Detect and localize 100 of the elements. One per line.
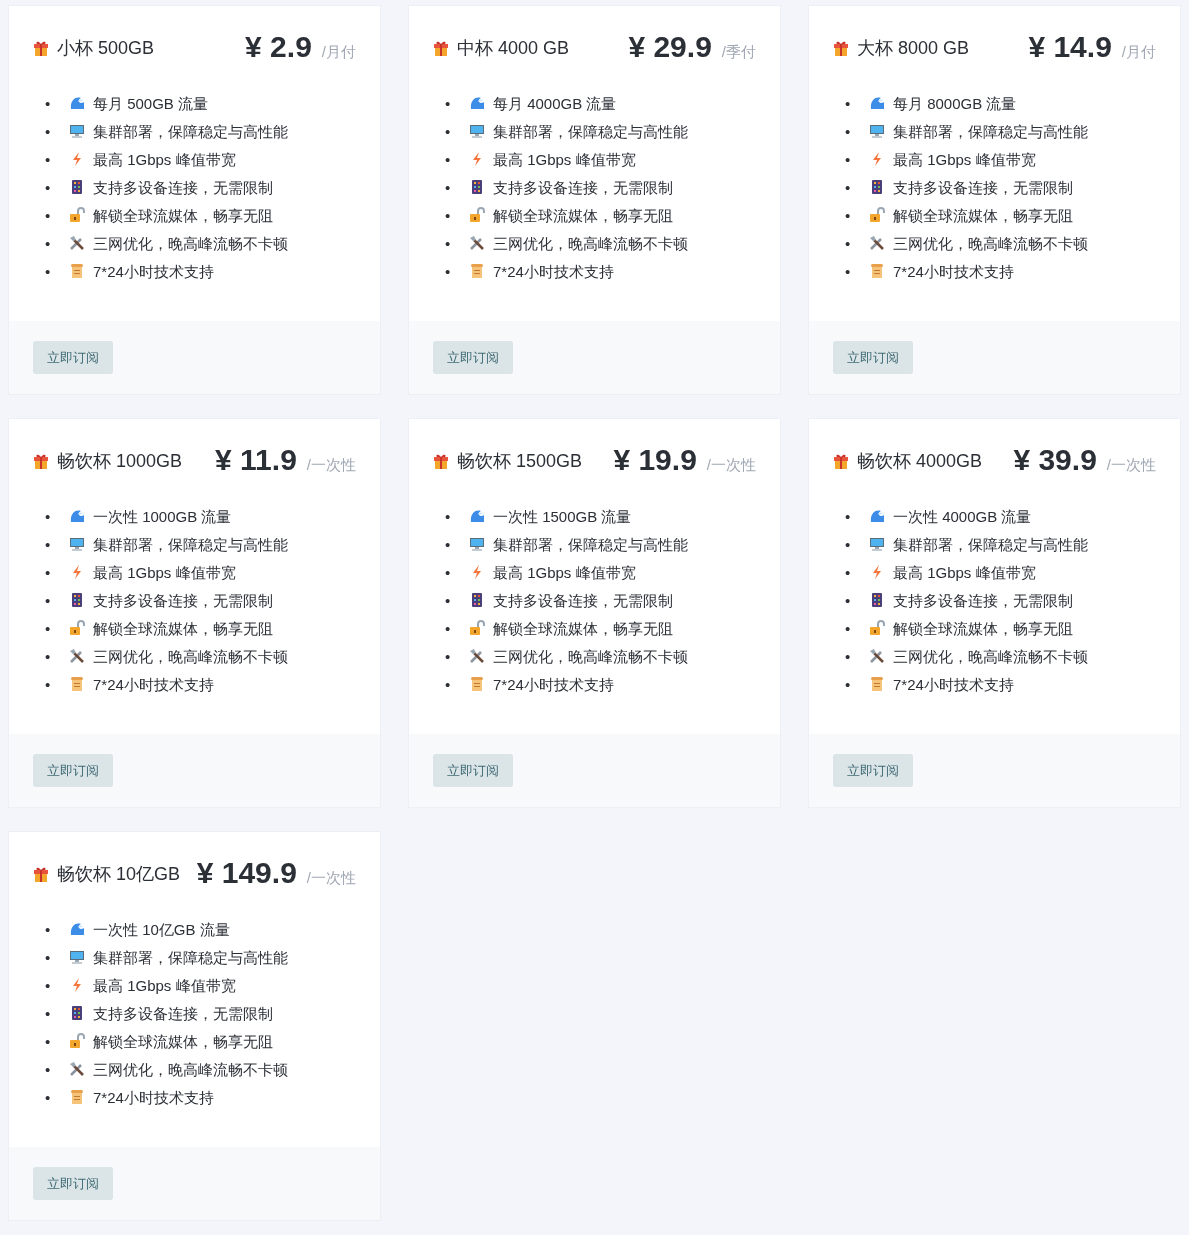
bullet: • <box>445 94 452 114</box>
bullet: • <box>45 535 52 555</box>
gift-icon <box>33 40 49 56</box>
feature-text: 解锁全球流媒体，畅享无阻 <box>493 207 673 224</box>
bullet: • <box>845 535 852 555</box>
keypad-icon <box>69 179 85 195</box>
plan-name: 大杯 8000 GB <box>857 38 970 58</box>
feature-text: 三网优化，晚高峰流畅不卡顿 <box>893 648 1088 665</box>
bullet: • <box>45 234 52 254</box>
plan-price: ¥ 29.9 <box>628 30 712 64</box>
subscribe-button[interactable]: 立即订阅 <box>433 341 513 374</box>
bullet: • <box>45 94 52 114</box>
bullet: • <box>45 948 52 968</box>
tools-icon <box>869 235 885 251</box>
feature-text: 解锁全球流媒体，畅享无阻 <box>93 207 273 224</box>
bullet: • <box>45 976 52 996</box>
feature-text: 解锁全球流媒体，畅享无阻 <box>493 620 673 637</box>
bullet: • <box>445 150 452 170</box>
subscribe-button[interactable]: 立即订阅 <box>433 754 513 787</box>
subscribe-button[interactable]: 立即订阅 <box>33 754 113 787</box>
feature-text: 三网优化，晚高峰流畅不卡顿 <box>893 235 1088 252</box>
billing-period: /一次性 <box>706 456 756 475</box>
feature-text: 集群部署，保障稳定与高性能 <box>493 536 688 553</box>
bullet: • <box>45 1060 52 1080</box>
bullet: • <box>445 591 452 611</box>
feature-text: 支持多设备连接，无需限制 <box>893 179 1073 196</box>
subscribe-button[interactable]: 立即订阅 <box>833 341 913 374</box>
keypad-icon <box>69 592 85 608</box>
bullet: • <box>445 507 452 527</box>
feature-text: 一次性 1500GB 流量 <box>493 508 632 525</box>
scroll-icon <box>69 1089 85 1105</box>
feature-text: 集群部署，保障稳定与高性能 <box>493 123 688 140</box>
scroll-icon <box>869 676 885 692</box>
plan-price: ¥ 19.9 <box>613 443 697 477</box>
plan-price: ¥ 2.9 <box>245 30 312 64</box>
subscribe-button[interactable]: 立即订阅 <box>33 1167 113 1200</box>
bullet: • <box>445 122 452 142</box>
bullet: • <box>845 234 852 254</box>
bullet: • <box>445 262 452 282</box>
feature-text: 支持多设备连接，无需限制 <box>893 592 1073 609</box>
padlock-icon <box>69 620 85 636</box>
subscribe-button[interactable]: 立即订阅 <box>833 754 913 787</box>
billing-period: /月付 <box>1121 43 1156 62</box>
feature-text: 每月 500GB 流量 <box>93 95 209 112</box>
feature-text: 最高 1Gbps 峰值带宽 <box>893 564 1036 581</box>
bullet: • <box>845 178 852 198</box>
feature-text: 支持多设备连接，无需限制 <box>93 1005 273 1022</box>
bullet: • <box>45 563 52 583</box>
keypad-icon <box>69 1005 85 1021</box>
feature-text: 7*24小时技术支持 <box>93 263 214 280</box>
padlock-icon <box>69 1033 85 1049</box>
feature-text: 集群部署，保障稳定与高性能 <box>893 123 1088 140</box>
feature-text: 集群部署，保障稳定与高性能 <box>93 536 288 553</box>
feature-text: 支持多设备连接，无需限制 <box>93 592 273 609</box>
gift-icon <box>433 453 449 469</box>
feature-text: 最高 1Gbps 峰值带宽 <box>893 151 1036 168</box>
wave-icon <box>869 508 885 524</box>
bullet: • <box>45 1004 52 1024</box>
bullet: • <box>445 563 452 583</box>
wave-icon <box>469 95 485 111</box>
tools-icon <box>869 648 885 664</box>
bullet: • <box>45 647 52 667</box>
feature-text: 最高 1Gbps 峰值带宽 <box>93 151 236 168</box>
feature-text: 7*24小时技术支持 <box>493 263 614 280</box>
billing-period: /一次性 <box>1106 456 1156 475</box>
monitor-icon <box>469 536 485 552</box>
scroll-icon <box>469 676 485 692</box>
subscribe-button[interactable]: 立即订阅 <box>33 341 113 374</box>
feature-text: 7*24小时技术支持 <box>893 676 1014 693</box>
plan-name: 畅饮杯 1500GB <box>457 451 583 471</box>
bullet: • <box>845 262 852 282</box>
bullet: • <box>845 507 852 527</box>
plan-price: ¥ 39.9 <box>1013 443 1097 477</box>
billing-period: /一次性 <box>306 456 356 475</box>
plan-name: 畅饮杯 1000GB <box>57 451 183 471</box>
scroll-icon <box>69 263 85 279</box>
billing-period: /季付 <box>721 43 756 62</box>
bullet: • <box>45 1032 52 1052</box>
bullet: • <box>445 619 452 639</box>
bullet: • <box>445 647 452 667</box>
scroll-icon <box>869 263 885 279</box>
monitor-icon <box>69 536 85 552</box>
monitor-icon <box>469 123 485 139</box>
bullet: • <box>845 122 852 142</box>
monitor-icon <box>69 123 85 139</box>
feature-text: 三网优化，晚高峰流畅不卡顿 <box>93 235 288 252</box>
padlock-icon <box>469 620 485 636</box>
feature-text: 7*24小时技术支持 <box>93 676 214 693</box>
feature-text: 集群部署，保障稳定与高性能 <box>93 123 288 140</box>
monitor-icon <box>869 536 885 552</box>
gift-icon <box>433 40 449 56</box>
feature-text: 支持多设备连接，无需限制 <box>93 179 273 196</box>
feature-text: 7*24小时技术支持 <box>893 263 1014 280</box>
keypad-icon <box>869 179 885 195</box>
feature-text: 最高 1Gbps 峰值带宽 <box>93 977 236 994</box>
feature-text: 一次性 1000GB 流量 <box>93 508 232 525</box>
padlock-icon <box>869 620 885 636</box>
feature-text: 支持多设备连接，无需限制 <box>493 179 673 196</box>
billing-period: /月付 <box>321 43 356 62</box>
bullet: • <box>445 675 452 695</box>
